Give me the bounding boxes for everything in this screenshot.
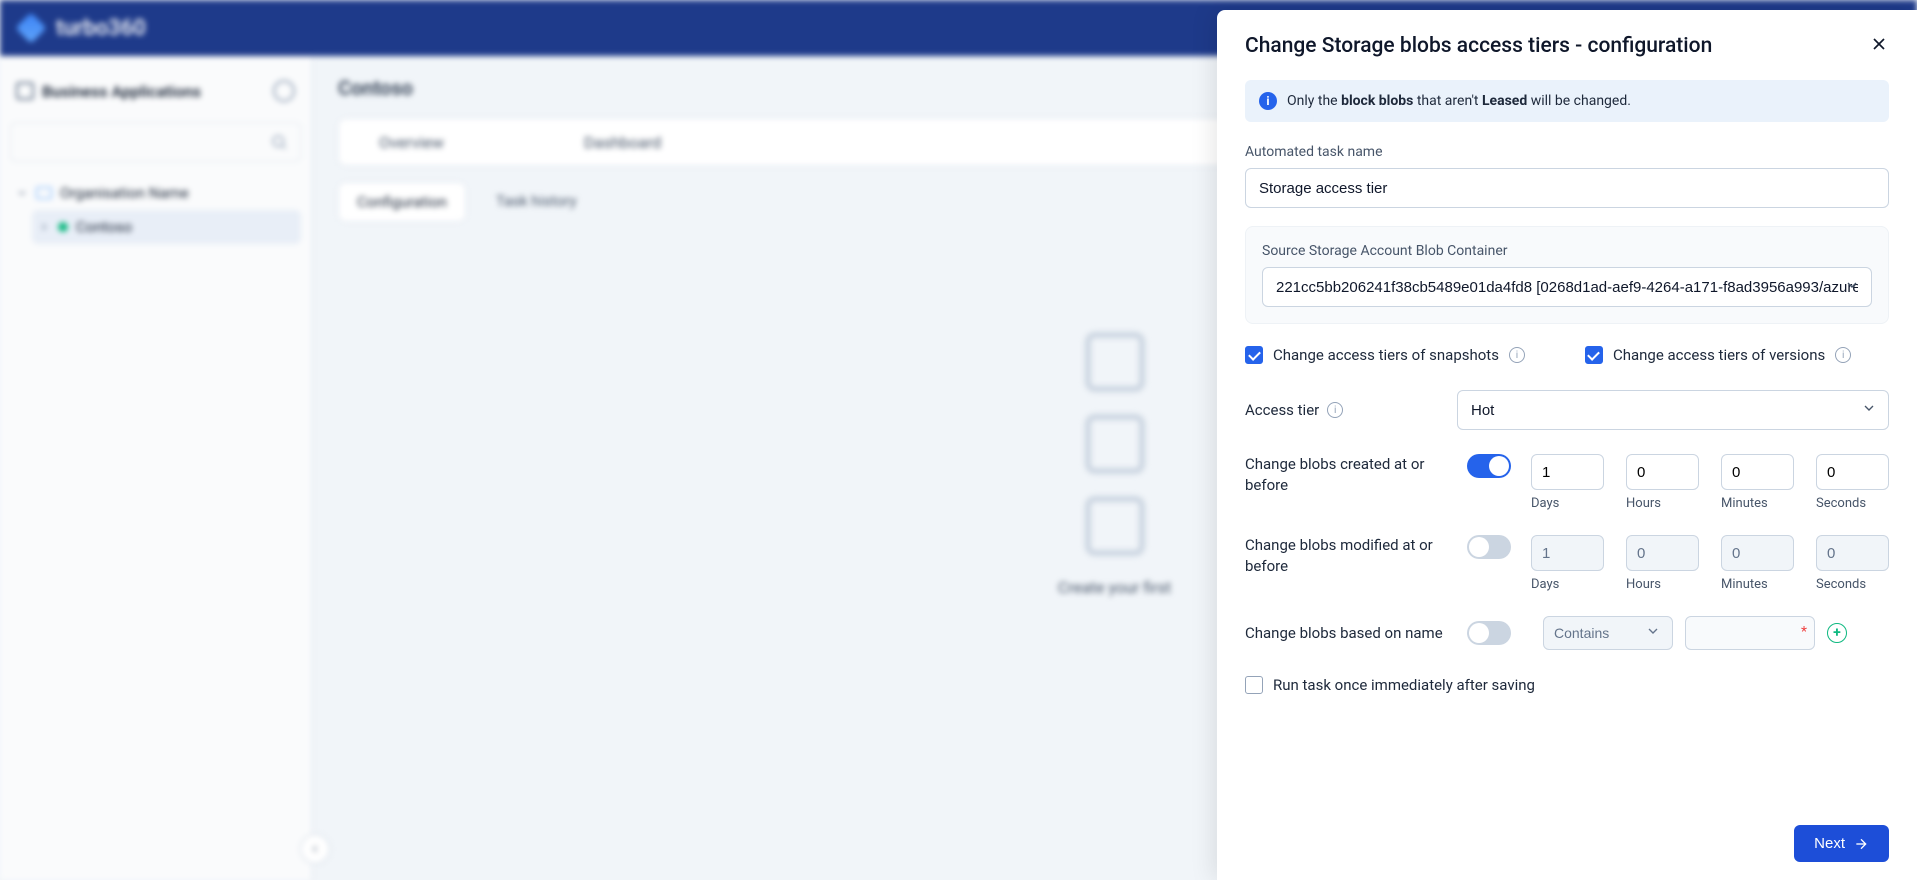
modified-hours-input — [1626, 535, 1699, 571]
created-seconds-input[interactable] — [1816, 454, 1889, 490]
checkbox-versions[interactable] — [1585, 346, 1603, 364]
hours-label: Hours — [1626, 496, 1699, 511]
run-once-label: Run task once immediately after saving — [1273, 676, 1535, 694]
source-container-select[interactable] — [1262, 267, 1872, 307]
task-name-input[interactable] — [1245, 168, 1889, 208]
created-before-label: Change blobs created at or before — [1245, 454, 1455, 496]
days-label: Days — [1531, 496, 1604, 511]
name-value-input — [1685, 616, 1815, 650]
name-filter-label: Change blobs based on name — [1245, 623, 1455, 644]
modified-seconds-input — [1816, 535, 1889, 571]
checkbox-run-once[interactable] — [1245, 676, 1263, 694]
created-days-input[interactable] — [1531, 454, 1604, 490]
created-hours-input[interactable] — [1626, 454, 1699, 490]
required-icon: * — [1801, 624, 1807, 640]
toggle-modified-before[interactable] — [1467, 535, 1511, 559]
arrow-right-icon — [1853, 836, 1869, 852]
checkbox-versions-label: Change access tiers of versions — [1613, 346, 1825, 364]
add-rule-button[interactable]: + — [1827, 623, 1847, 643]
info-icon[interactable]: i — [1509, 347, 1525, 363]
modified-minutes-input — [1721, 535, 1794, 571]
drawer-title: Change Storage blobs access tiers - conf… — [1245, 34, 1712, 58]
info-banner: i Only the block blobs that aren't Lease… — [1245, 80, 1889, 122]
name-operator-select — [1543, 616, 1673, 650]
info-icon[interactable]: i — [1835, 347, 1851, 363]
minutes-label: Minutes — [1721, 496, 1794, 511]
source-container-label: Source Storage Account Blob Container — [1262, 243, 1872, 259]
info-icon: i — [1259, 92, 1277, 110]
created-minutes-input[interactable] — [1721, 454, 1794, 490]
access-tier-label: Access tier — [1245, 401, 1319, 419]
task-name-label: Automated task name — [1245, 144, 1889, 160]
modified-before-label: Change blobs modified at or before — [1245, 535, 1455, 577]
next-button[interactable]: Next — [1794, 825, 1889, 862]
seconds-label: Seconds — [1816, 496, 1889, 511]
close-icon[interactable] — [1869, 32, 1889, 60]
checkbox-snapshots-label: Change access tiers of snapshots — [1273, 346, 1499, 364]
brand-name: turbo360 — [56, 16, 146, 41]
modified-days-input — [1531, 535, 1604, 571]
toggle-name-filter[interactable] — [1467, 621, 1511, 645]
access-tier-select[interactable] — [1457, 390, 1889, 430]
toggle-created-before[interactable] — [1467, 454, 1511, 478]
info-icon[interactable]: i — [1327, 402, 1343, 418]
checkbox-snapshots[interactable] — [1245, 346, 1263, 364]
configuration-drawer: Change Storage blobs access tiers - conf… — [1217, 10, 1917, 880]
